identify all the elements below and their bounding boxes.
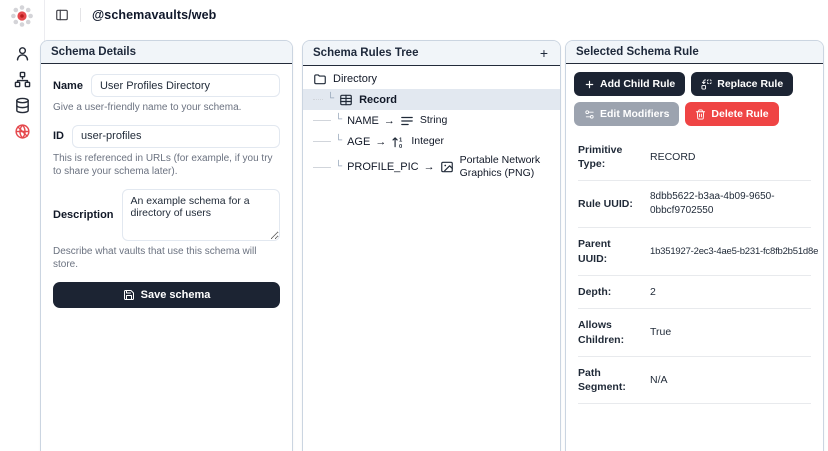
tree-connector: └ [335,161,342,172]
rules-tree: Directory └ Record └ NAME → [303,66,560,182]
tree-connector: └ [327,93,334,104]
detail-label: Parent UUID: [578,237,640,265]
panel-left-icon[interactable] [55,8,69,22]
field-type: Portable Network Graphics (PNG) [460,154,552,180]
trash-icon [695,109,706,120]
detail-row-allows-children: Allows Children: True [578,309,811,356]
field-type: String [420,114,447,127]
tree-guide-line [313,141,331,142]
detail-value: N/A [650,373,811,388]
detail-row-primitive-type: Primitive Type: RECORD [578,134,811,181]
user-icon[interactable] [14,45,31,62]
replace-rule-label: Replace Rule [717,78,783,90]
maps-to-arrow: → [384,115,395,127]
tree-guide-line [313,120,331,121]
description-help-text: Describe what vaults that use this schem… [53,245,280,272]
globe-off-icon[interactable] [14,123,31,140]
schema-details-header: Schema Details [41,41,292,64]
delete-rule-button[interactable]: Delete Rule [685,102,778,126]
rule-actions: Add Child Rule Replace Rule Edit Mo [574,72,815,126]
field-name: NAME [347,115,379,127]
schema-details-form: Name Give a user-friendly name to your s… [41,64,292,318]
detail-label: Allows Children: [578,318,640,346]
detail-label: Rule UUID: [578,197,640,211]
save-icon [123,289,135,301]
edit-modifiers-label: Edit Modifiers [600,108,669,120]
schema-rules-tree-card: Schema Rules Tree + Directory └ [302,40,561,451]
schema-details-title: Schema Details [51,46,136,58]
id-help-text: This is referenced in URLs (for example,… [53,152,280,179]
schema-rules-tree-title: Schema Rules Tree [313,47,418,59]
tree-guide-line [313,167,331,168]
detail-label: Depth: [578,285,640,299]
add-child-rule-label: Add Child Rule [600,78,675,90]
detail-value: RECORD [650,150,811,165]
sidebar-nav [14,45,31,140]
field-name: PROFILE_PIC [347,161,419,173]
selected-schema-rule-card: Selected Schema Rule Add Child Rule Repl [565,40,824,451]
replace-rule-button[interactable]: Replace Rule [691,72,793,96]
id-input[interactable] [72,125,280,148]
svg-text:0: 0 [399,143,402,148]
description-textarea[interactable]: An example schema for a directory of use… [122,189,280,241]
detail-label: Primitive Type: [578,143,640,171]
rule-details-list: Primitive Type: RECORD Rule UUID: 8dbb56… [574,134,815,404]
detail-value: 2 [650,285,811,300]
tree-node-label: Directory [333,73,377,85]
delete-rule-label: Delete Rule [711,108,768,120]
maps-to-arrow: → [375,136,386,148]
detail-row-path-segment: Path Segment: N/A [578,357,811,404]
tree-guide-line [313,99,323,100]
name-label: Name [53,80,83,92]
detail-value: True [650,325,811,340]
maps-to-arrow: → [424,161,435,173]
detail-row-rule-uuid: Rule UUID: 8dbb5622-b3aa-4b09-9650-0bbcf… [578,181,811,228]
tree-node-field-profile-pic[interactable]: └ PROFILE_PIC → Portable Network Graphic… [303,152,560,182]
save-schema-label: Save schema [141,289,211,301]
sliders-icon [584,109,595,120]
description-label: Description [53,209,114,221]
field-name: AGE [347,136,370,148]
sidebar [0,0,45,451]
detail-row-depth: Depth: 2 [578,276,811,310]
replace-icon [701,79,712,90]
detail-value: 1b351927-2ec3-4ae5-b231-fc8fb2b51d8e [650,245,818,258]
save-schema-button[interactable]: Save schema [53,282,280,308]
tree-connector: └ [335,135,342,146]
tree-node-field-age[interactable]: └ AGE → 1 0 Integer [303,131,560,152]
tree-node-label: Record [359,94,397,106]
database-icon[interactable] [14,97,31,114]
detail-row-parent-uuid: Parent UUID: 1b351927-2ec3-4ae5-b231-fc8… [578,228,811,275]
add-rule-button[interactable]: + [538,46,550,60]
detail-label: Path Segment: [578,366,640,394]
tree-node-directory[interactable]: Directory [303,68,560,89]
topbar: @schemavaults/web [45,0,828,30]
edit-modifiers-button[interactable]: Edit Modifiers [574,102,679,126]
add-child-rule-button[interactable]: Add Child Rule [574,72,685,96]
svg-text:1: 1 [399,137,403,143]
name-input[interactable] [91,74,280,97]
org-chart-icon[interactable] [14,71,31,88]
plus-icon [584,79,595,90]
selected-rule-header: Selected Schema Rule [566,41,823,64]
folder-icon [313,72,327,86]
schema-details-card: Schema Details Name Give a user-friendly… [40,40,293,451]
topbar-divider [80,8,81,22]
app-root: @schemavaults/web Schema Details Name Gi… [0,0,828,451]
tree-connector: └ [335,114,342,125]
table-icon [339,93,353,107]
schema-rules-tree-header: Schema Rules Tree + [303,41,560,66]
tree-node-record[interactable]: └ Record [303,89,560,110]
field-type: Integer [411,135,444,148]
detail-value: 8dbb5622-b3aa-4b09-9650-0bbcf9702550 [650,190,811,218]
text-lines-icon [400,114,414,128]
name-help-text: Give a user-friendly name to your schema… [53,101,280,115]
app-title: @schemavaults/web [92,8,216,22]
image-icon [440,160,454,174]
sort-numeric-up-icon: 1 0 [391,135,405,149]
tree-node-field-name[interactable]: └ NAME → String [303,110,560,131]
selected-rule-title: Selected Schema Rule [576,46,699,58]
id-label: ID [53,130,64,142]
schemavaults-logo[interactable] [9,3,35,29]
